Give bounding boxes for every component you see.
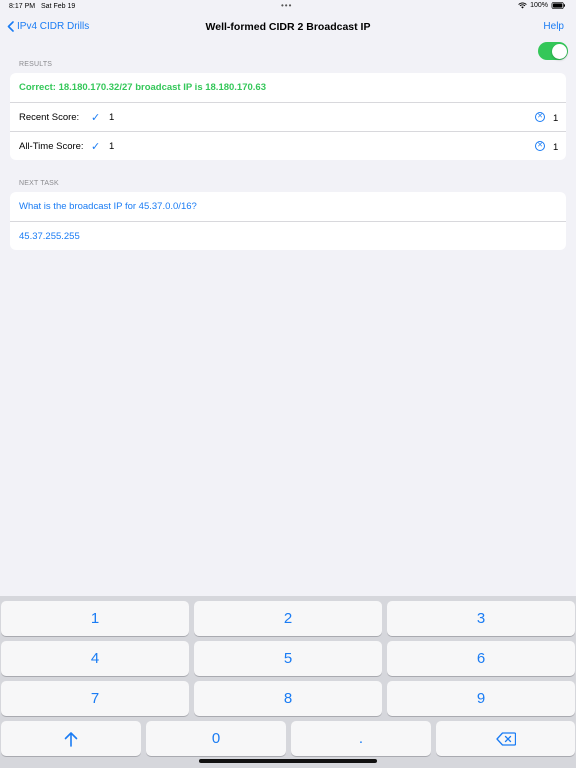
delete-icon <box>495 731 516 746</box>
all-time-wrong-count: 1 <box>553 142 559 153</box>
recent-score-row: Recent Score: ✓ 1 ✕ 1 <box>10 102 566 131</box>
next-task-group: What is the broadcast IP for 45.37.0.0/1… <box>10 192 566 250</box>
wifi-icon <box>518 2 527 9</box>
navigation-bar: IPv4 CIDR Drills Well-formed CIDR 2 Broa… <box>0 14 576 42</box>
key-0[interactable]: 0 <box>146 721 286 756</box>
battery-icon <box>551 2 565 9</box>
checkmark-icon: ✓ <box>91 140 101 153</box>
results-section-header: RESULTS <box>19 61 53 68</box>
results-group: Correct: 18.180.170.32/27 broadcast IP i… <box>10 73 566 160</box>
toggle-knob <box>551 43 567 59</box>
recent-wrong-count: 1 <box>553 113 559 124</box>
recent-score-label: Recent Score: <box>19 111 80 123</box>
key-4[interactable]: 4 <box>1 641 189 676</box>
key-2[interactable]: 2 <box>194 601 382 636</box>
status-time: 8:17 PM <box>9 3 36 10</box>
multitasking-dots-icon[interactable]: ••• <box>281 1 292 10</box>
key-5[interactable]: 5 <box>194 641 382 676</box>
page-title: Well-formed CIDR 2 Broadcast IP <box>205 21 371 33</box>
all-time-score-row: All-Time Score: ✓ 1 ✕ 1 <box>10 131 566 160</box>
checkmark-icon: ✓ <box>91 111 101 124</box>
xmark-circle-icon: ✕ <box>535 112 545 122</box>
status-bar: 8:17 PM Sat Feb 19 ••• 100% <box>0 0 576 14</box>
answer-input[interactable]: 45.37.255.255 <box>19 231 80 242</box>
recent-correct-count: 1 <box>109 111 115 123</box>
key-dot[interactable]: . <box>291 721 431 756</box>
battery-percent: 100% <box>530 2 548 9</box>
key-8[interactable]: 8 <box>194 681 382 716</box>
status-date: Sat Feb 19 <box>41 3 76 10</box>
key-6[interactable]: 6 <box>387 641 575 676</box>
answer-input-row[interactable]: 45.37.255.255 <box>10 221 566 250</box>
key-3[interactable]: 3 <box>387 601 575 636</box>
home-indicator[interactable] <box>199 759 377 763</box>
shift-key[interactable] <box>1 721 141 756</box>
all-time-score-label: All-Time Score: <box>19 140 84 152</box>
status-right: 100% <box>518 2 566 9</box>
help-button[interactable]: Help <box>543 21 564 32</box>
next-task-section-header: NEXT TASK <box>19 180 59 187</box>
all-time-correct-count: 1 <box>109 140 115 152</box>
arrow-up-icon <box>64 731 78 747</box>
delete-key[interactable] <box>436 721 575 756</box>
key-7[interactable]: 7 <box>1 681 189 716</box>
result-message: Correct: 18.180.170.32/27 broadcast IP i… <box>19 82 266 93</box>
task-question: What is the broadcast IP for 45.37.0.0/1… <box>19 201 197 212</box>
number-keypad: 1 2 3 4 5 6 7 8 9 0 . <box>0 596 576 768</box>
xmark-circle-icon: ✕ <box>535 141 545 151</box>
key-1[interactable]: 1 <box>1 601 189 636</box>
result-message-row: Correct: 18.180.170.32/27 broadcast IP i… <box>10 73 566 102</box>
toggle-switch[interactable] <box>538 42 568 60</box>
task-question-row: What is the broadcast IP for 45.37.0.0/1… <box>10 192 566 221</box>
key-9[interactable]: 9 <box>387 681 575 716</box>
